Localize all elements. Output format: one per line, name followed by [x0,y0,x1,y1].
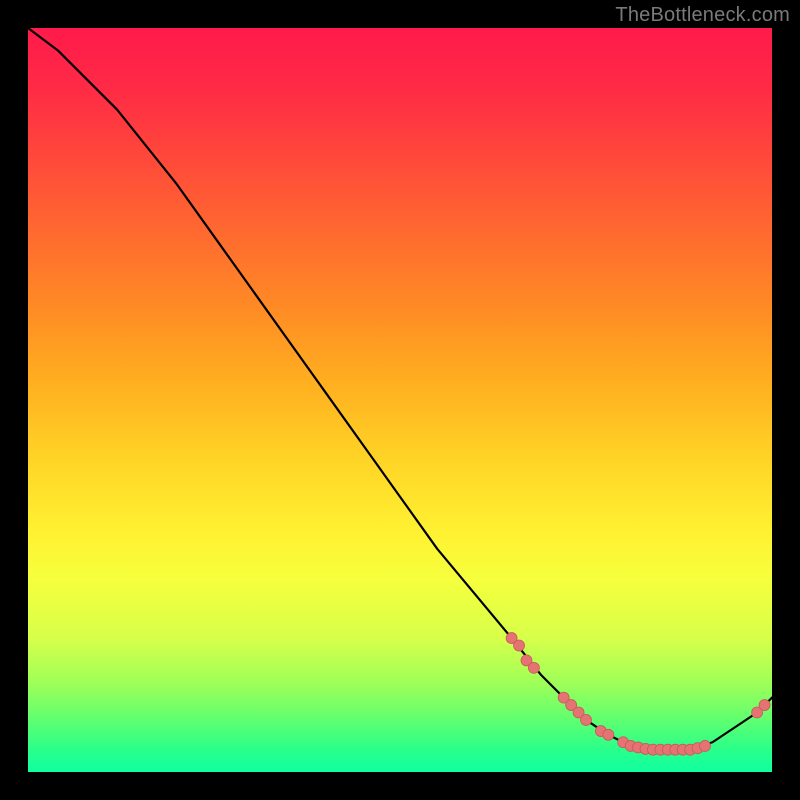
chart-frame: TheBottleneck.com [0,0,800,800]
curve-marker [700,740,711,751]
curve-marker [514,640,525,651]
curve-marker [528,662,539,673]
curve-markers [506,633,770,756]
curve-marker [603,729,614,740]
curve-marker [759,700,770,711]
attribution-label: TheBottleneck.com [615,4,790,27]
curve-svg [28,28,772,772]
bottleneck-curve [28,28,772,750]
curve-marker [581,714,592,725]
plot-area [28,28,772,772]
